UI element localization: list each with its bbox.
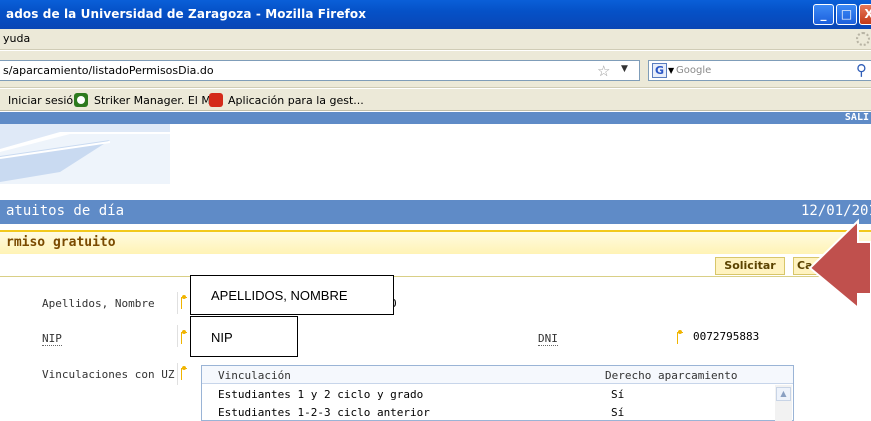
bookmarks-toolbar: Iniciar sesión Striker Manager. El M... … [0, 89, 871, 111]
nip-annotation-text: NIP [211, 330, 233, 345]
arrow-annotation-icon [808, 218, 871, 310]
subsection-title: rmiso gratuito [6, 235, 116, 250]
dni-value: 0072795883 [693, 330, 760, 343]
bookmark-aplicacion[interactable]: Aplicación para la gest... [228, 94, 364, 107]
google-icon[interactable]: G [652, 63, 667, 78]
window-title: ados de la Universidad de Zaragoza - Moz… [6, 7, 367, 21]
table-cell-vinculacion: Estudiantes 1-2-3 ciclo anterior [218, 406, 430, 419]
menu-help[interactable]: yuda [3, 32, 30, 45]
field-marker-icon [181, 295, 187, 309]
throbber-icon [856, 32, 870, 46]
table-cell-vinculacion: Estudiantes 1 y 2 ciclo y grado [218, 388, 424, 401]
url-dropdown-icon[interactable]: ▼ [621, 64, 628, 74]
vinculaciones-table: Vinculación Derecho aparcamiento Estudia… [201, 365, 794, 421]
section-header: atuitos de día 12/01/201 [0, 200, 871, 224]
subsection-header: rmiso gratuito [0, 230, 871, 254]
search-engine-dropdown-icon[interactable]: ▼ [668, 66, 674, 75]
bookmark-striker-manager[interactable]: Striker Manager. El M... [94, 94, 221, 107]
bookmark-iniciar-sesion[interactable]: Iniciar sesión [8, 94, 80, 107]
dni-label: DNI [538, 332, 558, 346]
url-bar[interactable]: s/aparcamiento/listadoPermisosDia.do ☆ ▼ [0, 60, 640, 81]
maximize-button[interactable]: □ [836, 4, 857, 25]
window-title-bar: ados de la Universidad de Zaragoza - Moz… [0, 0, 871, 29]
vinculaciones-label: Vinculaciones con UZ [42, 368, 175, 381]
apellidos-annotation-box: APELLIDOS, NOMBRE [190, 275, 394, 315]
solicitar-button[interactable]: Solicitar [715, 257, 785, 275]
minimize-button[interactable]: _ [813, 4, 834, 25]
current-date: 12/01/201 [801, 203, 871, 219]
section-title: atuitos de día [6, 203, 125, 219]
menu-bar: yuda [0, 29, 871, 50]
app-gest-icon [209, 93, 223, 107]
url-text: s/aparcamiento/listadoPermisosDia.do [3, 64, 214, 77]
column-header-vinculacion[interactable]: Vinculación [218, 369, 291, 382]
navigation-toolbar: s/aparcamiento/listadoPermisosDia.do ☆ ▼… [0, 51, 871, 88]
salir-link[interactable]: SALI [845, 112, 869, 123]
search-box[interactable]: G ▼ Google ⚲ [648, 60, 871, 81]
banner-swoosh-graphic [0, 124, 170, 184]
divider [0, 276, 871, 277]
table-scrollbar[interactable]: ▲ [775, 385, 792, 421]
search-icon[interactable]: ⚲ [856, 61, 867, 79]
apellidos-label: Apellidos, Nombre [42, 297, 155, 310]
bookmark-star-icon[interactable]: ☆ [597, 62, 610, 80]
striker-manager-icon [74, 93, 88, 107]
table-cell-derecho: Sí [611, 388, 625, 401]
field-marker-icon [181, 366, 187, 380]
field-marker-icon [181, 330, 187, 344]
table-cell-derecho: Sí [611, 406, 625, 419]
close-button[interactable]: X [859, 4, 871, 25]
column-header-derecho[interactable]: Derecho aparcamiento [605, 369, 737, 382]
header-banner [0, 124, 871, 194]
apellidos-annotation-text: APELLIDOS, NOMBRE [211, 288, 348, 303]
field-marker-icon [677, 330, 683, 344]
search-placeholder: Google [676, 65, 712, 76]
nip-annotation-box: NIP [190, 316, 298, 357]
top-banner-bar: SALI [0, 112, 871, 124]
nip-label: NIP [42, 332, 62, 346]
scroll-up-icon[interactable]: ▲ [776, 387, 791, 401]
table-header: Vinculación Derecho aparcamiento [202, 366, 793, 384]
